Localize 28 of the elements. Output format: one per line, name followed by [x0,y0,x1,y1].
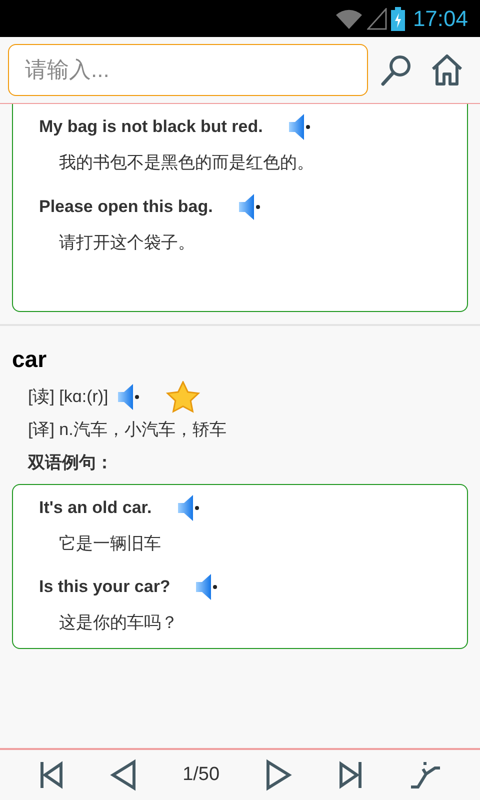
pronunciation: [读] [kɑ:(r)] [28,386,108,408]
jump-icon[interactable] [409,760,442,790]
signal-icon [366,8,387,30]
example-sentence: Is this your car? [39,576,170,598]
example-translation: 这是你的车吗？ [58,612,178,634]
wifi-icon [334,8,363,30]
speaker-icon[interactable] [176,492,202,522]
example-translation: 我的书包不是黑色的而是红色的。 [58,152,314,174]
example-translation: 请打开这个袋子。 [58,232,195,254]
battery-icon [390,6,405,30]
star-icon[interactable] [166,380,200,412]
translation: [译] n.汽车，小汽车，轿车 [27,418,226,440]
speaker-icon[interactable] [236,192,263,222]
last-page-icon[interactable] [339,760,364,790]
search-field[interactable]: 请输入... [8,44,368,96]
page-counter: 1/50 [182,762,220,787]
previous-icon[interactable] [108,759,137,791]
example-sentence: My bag is not black but red. [39,116,263,138]
clock-time: 17:04 [412,5,468,33]
next-icon[interactable] [265,759,294,791]
example-sentence: Please open this bag. [39,196,213,218]
example-translation: 它是一辆旧车 [58,532,161,554]
home-icon[interactable] [430,53,464,87]
speaker-icon[interactable] [286,112,313,142]
first-page-icon[interactable] [38,760,63,790]
examples-heading: 双语例句： [26,452,113,474]
word-title: car [11,345,48,374]
example-sentence: It's an old car. [39,496,152,519]
